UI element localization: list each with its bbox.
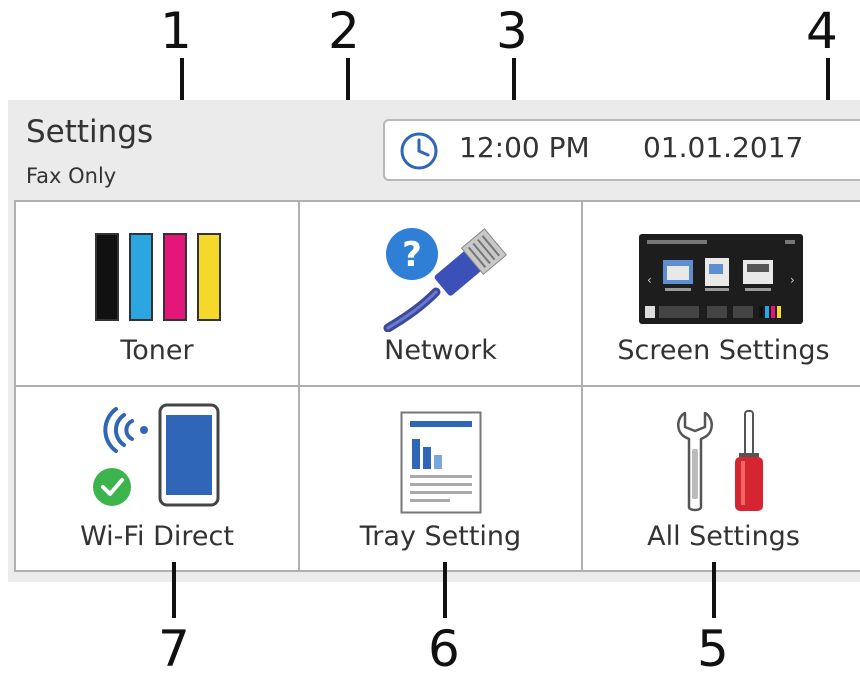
tile-label-tray-setting: Tray Setting [359,521,522,552]
callout-4: 4 [806,2,838,60]
callout-5: 5 [697,620,729,678]
svg-text:›: › [790,273,795,287]
tile-toner[interactable]: Toner [16,202,300,387]
tile-all-settings[interactable]: All Settings [583,387,860,572]
tile-label-screen-settings: Screen Settings [617,335,830,366]
callout-line-6 [443,562,447,618]
tile-label-all-settings: All Settings [647,521,800,552]
settings-grid: Toner ? Network ‹ › Screen Settings Wi-F… [14,200,860,572]
callout-1: 1 [160,2,192,60]
callout-2: 2 [328,2,360,60]
tray-setting-icon [400,411,482,514]
network-help-icon: ? [383,228,508,332]
time-text: 12:00 PM [459,131,590,164]
tile-label-network: Network [384,335,497,366]
wifi-direct-icon [93,403,220,507]
svg-text:‹: ‹ [647,273,652,287]
svg-text:?: ? [402,235,422,275]
toner-icon [95,233,221,321]
callout-7: 7 [158,620,190,678]
tile-screen-settings[interactable]: ‹ › Screen Settings [583,202,860,387]
callout-line-5 [712,562,716,618]
clock-icon [400,132,438,170]
screen-settings-icon: ‹ › [639,234,803,324]
tile-network[interactable]: ? Network [300,202,583,387]
tile-wifi-direct[interactable]: Wi-Fi Direct [16,387,300,572]
date-text: 01.01.2017 [643,131,804,164]
tile-label-wifi-direct: Wi-Fi Direct [80,521,234,552]
all-settings-icon [677,410,763,512]
tile-tray-setting[interactable]: Tray Setting [300,387,583,572]
page-title: Settings [26,114,154,150]
tile-label-toner: Toner [120,335,194,366]
callout-6: 6 [428,620,460,678]
mode-subtitle: Fax Only [26,164,117,188]
callout-line-7 [172,562,176,618]
callout-3: 3 [496,2,528,60]
date-time-display[interactable]: 12:00 PM 01.01.2017 [383,119,860,181]
